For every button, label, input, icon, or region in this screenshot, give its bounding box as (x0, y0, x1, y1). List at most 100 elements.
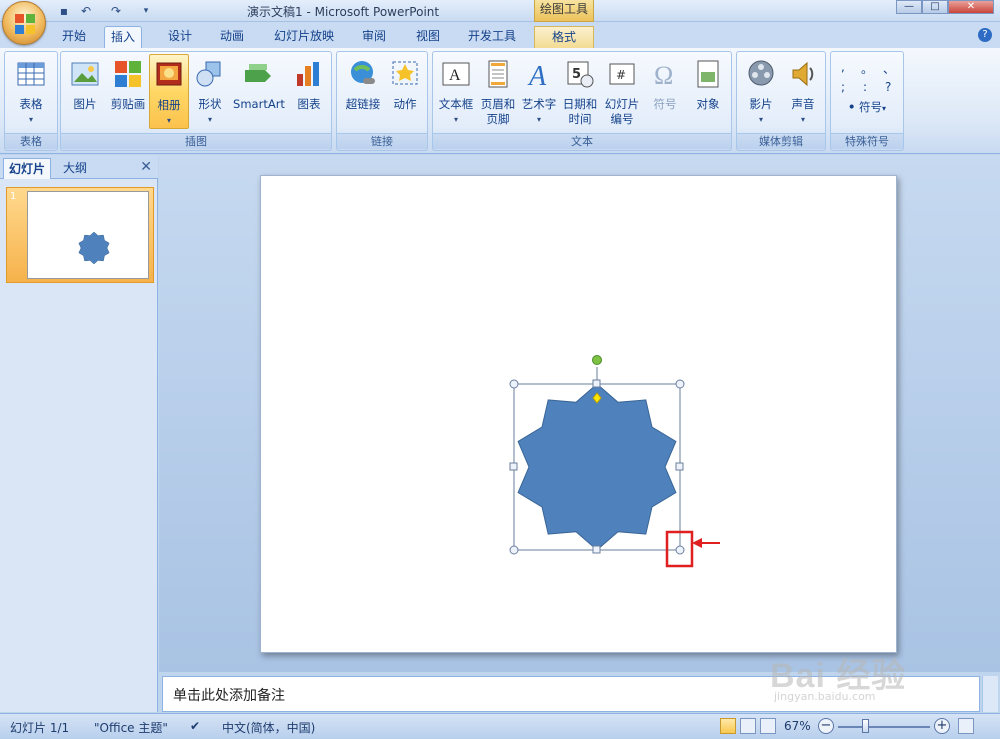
chart-button[interactable]: 图表 (289, 54, 329, 112)
tab-slideshow[interactable]: 幻灯片放映 (268, 26, 340, 48)
tab-design[interactable]: 设计 (162, 26, 198, 48)
resize-handle-right[interactable] (675, 462, 684, 471)
picture-button[interactable]: 图片 (65, 54, 105, 112)
minimize-button[interactable]: — (896, 0, 922, 14)
rotation-handle[interactable] (592, 355, 602, 365)
tab-view[interactable]: 视图 (410, 26, 446, 48)
photo-album-icon (156, 62, 182, 86)
tab-review[interactable]: 审阅 (356, 26, 392, 48)
tab-home[interactable]: 开始 (56, 26, 92, 48)
special-char[interactable]: ; (841, 80, 845, 94)
group-table: 表格 ▾ 表格 (4, 51, 58, 151)
header-footer-icon (488, 60, 508, 88)
tab-developer[interactable]: 开发工具 (462, 26, 522, 48)
close-window-button[interactable]: ✕ (948, 0, 994, 14)
tab-outline[interactable]: 大纲 (58, 158, 92, 179)
header-footer-button[interactable]: 页眉和 页脚 (477, 54, 519, 127)
slides-panel: 幻灯片 大纲 ✕ 1 (0, 155, 158, 712)
datetime-button[interactable]: 5 日期和 时间 (559, 54, 601, 127)
baidu-watermark: Bai 经验 jingyan.baidu.com (770, 640, 980, 710)
shapes-icon (196, 61, 221, 87)
undo-icon[interactable]: ↶ (78, 3, 94, 19)
table-icon (17, 62, 45, 86)
tab-insert[interactable]: 插入 (104, 26, 143, 48)
chart-icon (297, 62, 319, 86)
clipart-icon (115, 61, 141, 87)
resize-handle-bottom-right[interactable] (675, 545, 685, 555)
slide-thumbnail[interactable] (27, 191, 149, 279)
language-indicator: 中文(简体，中国) (222, 721, 316, 735)
thumbnail-star-shape (78, 231, 110, 265)
special-char[interactable]: 。 (861, 60, 873, 77)
theme-name: "Office 主题" (94, 721, 168, 735)
photo-album-button[interactable]: 相册 ▾ (149, 54, 189, 129)
tab-slides[interactable]: 幻灯片 (3, 158, 52, 179)
maximize-button[interactable]: □ (922, 0, 948, 14)
sound-button[interactable]: 声音 ▾ (783, 54, 823, 127)
slideshow-view-icon[interactable] (760, 718, 776, 734)
resize-handle-bottom[interactable] (592, 545, 601, 554)
special-symbol-icon: • (847, 100, 856, 114)
special-char[interactable]: 、 (883, 60, 895, 77)
special-symbol-button[interactable]: • 符号▾ (837, 100, 897, 116)
notes-scrollbar[interactable] (982, 676, 998, 712)
smartart-button[interactable]: SmartArt (231, 54, 287, 112)
group-illustrations: 图片 剪贴画 相册 ▾ 形状 ▾ SmartArt 图表 插图 (60, 51, 332, 151)
help-icon[interactable]: ? (978, 28, 992, 42)
zoom-in-icon[interactable]: + (934, 718, 950, 734)
slide-number-button[interactable]: # 幻灯片 编号 (601, 54, 643, 127)
resize-handle-top-left[interactable] (509, 379, 519, 389)
slide-thumbnail-item[interactable]: 1 (6, 187, 154, 283)
svg-text:A: A (527, 61, 547, 90)
sound-icon (792, 61, 814, 87)
fit-to-window-icon[interactable] (958, 718, 974, 734)
hyperlink-button[interactable]: 超链接 (341, 54, 385, 112)
notes-placeholder: 单击此处添加备注 (173, 688, 285, 704)
symbol-button[interactable]: Ω 符号 (645, 54, 685, 112)
special-char[interactable]: , (841, 60, 845, 74)
quick-access-dropdown-icon[interactable]: ▾ (138, 3, 154, 19)
zoom-slider-thumb[interactable] (862, 719, 869, 733)
zoom-out-icon[interactable]: − (818, 718, 834, 734)
resize-handle-top-right[interactable] (675, 379, 685, 389)
resize-handle-left[interactable] (509, 462, 518, 471)
ribbon-tabs: 开始 插入 设计 动画 幻灯片放映 审阅 视图 开发工具 格式 ? (0, 22, 1000, 48)
tab-format[interactable]: 格式 (534, 26, 594, 48)
object-button[interactable]: 对象 (687, 54, 729, 112)
save-icon[interactable]: ▪ (56, 3, 72, 19)
zoom-level[interactable]: 67% (784, 719, 811, 733)
wordart-button[interactable]: A 艺术字 ▾ (519, 54, 559, 127)
movie-icon (748, 60, 774, 86)
office-button[interactable] (2, 1, 46, 45)
group-media: 影片 ▾ 声音 ▾ 媒体剪辑 (736, 51, 826, 151)
object-icon (697, 60, 719, 88)
group-label-media: 媒体剪辑 (737, 133, 825, 149)
normal-view-icon[interactable] (720, 718, 736, 734)
table-button[interactable]: 表格 ▾ (11, 54, 51, 127)
ten-point-star-shape[interactable] (517, 383, 677, 551)
slide-svg (509, 355, 720, 568)
movie-button[interactable]: 影片 ▾ (741, 54, 781, 127)
slide-editing-area (159, 155, 1000, 672)
special-char[interactable]: ? (885, 80, 891, 94)
resize-handle-top[interactable] (592, 379, 601, 388)
spellcheck-icon[interactable]: ✔ (190, 719, 200, 733)
svg-text:5: 5 (572, 67, 581, 82)
symbol-icon: Ω (654, 61, 673, 90)
special-char[interactable]: : (863, 80, 867, 94)
shapes-button[interactable]: 形状 ▾ (191, 54, 229, 127)
clipart-button[interactable]: 剪贴画 (107, 54, 149, 112)
textbox-button[interactable]: A 文本框 ▾ (435, 54, 477, 127)
resize-handle-bottom-left[interactable] (509, 545, 519, 555)
close-icon[interactable]: ✕ (140, 159, 152, 175)
slide-sorter-view-icon[interactable] (740, 718, 756, 734)
action-button[interactable]: 动作 (385, 54, 425, 112)
wordart-icon: A (527, 61, 547, 92)
slide-thumbnail-number: 1 (10, 191, 17, 202)
tab-animation[interactable]: 动画 (214, 26, 250, 48)
slide-canvas[interactable] (260, 175, 897, 653)
pointer-arrow-icon (692, 538, 702, 548)
redo-icon[interactable]: ↷ (108, 3, 124, 19)
zoom-slider[interactable] (838, 726, 930, 728)
contextual-tab-drawing-tools: 绘图工具 (534, 0, 594, 22)
